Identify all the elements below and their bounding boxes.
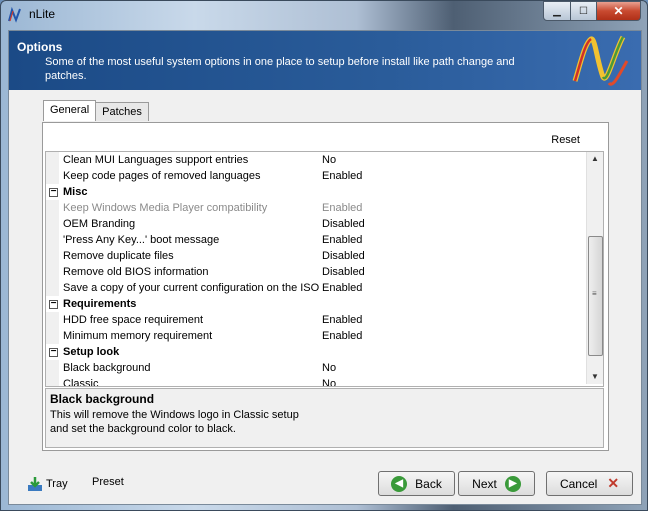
preset-label: Preset: [92, 476, 124, 488]
tab-panel-general: Reset Clean MUI Languages support entrie…: [42, 122, 609, 451]
close-button[interactable]: ✕: [597, 1, 641, 21]
cancel-button[interactable]: Cancel ✕: [546, 471, 633, 496]
category-row[interactable]: − Requirements: [46, 296, 603, 312]
window-title: nLite: [29, 7, 56, 21]
maximize-button[interactable]: ☐: [571, 1, 597, 21]
banner-description: Some of the most useful system options i…: [45, 56, 515, 82]
cancel-x-icon: ✕: [607, 475, 620, 491]
property-name: Remove duplicate files: [63, 250, 174, 262]
property-value[interactable]: No: [322, 376, 336, 386]
property-value[interactable]: Disabled: [322, 248, 365, 264]
collapse-toggle-icon[interactable]: −: [49, 299, 58, 309]
property-value[interactable]: No: [322, 360, 336, 376]
scroll-down-arrow-icon[interactable]: ▼: [587, 370, 603, 384]
property-name: Black background: [63, 362, 151, 374]
nlite-banner-logo-icon: [572, 35, 629, 86]
window-controls: ▁ ☐ ✕: [543, 1, 641, 21]
property-row[interactable]: Minimum memory requirement Enabled: [46, 328, 603, 344]
nlite-logo-icon: [8, 7, 21, 23]
tray-label: Tray: [46, 478, 68, 490]
property-row[interactable]: Remove old BIOS information Disabled: [46, 264, 603, 280]
dialog-client: Options Some of the most useful system o…: [8, 30, 642, 505]
scroll-up-arrow-icon[interactable]: ▲: [587, 152, 603, 166]
property-value[interactable]: No: [322, 152, 336, 168]
property-row[interactable]: Save a copy of your current configuratio…: [46, 280, 603, 296]
property-row[interactable]: Black background No: [46, 360, 603, 376]
vertical-scrollbar[interactable]: ▲ ≡ ▼: [586, 152, 603, 384]
collapse-toggle-icon[interactable]: −: [49, 187, 58, 197]
back-label: Back: [415, 476, 442, 491]
back-button[interactable]: ◀ Back: [378, 471, 455, 496]
property-name: Keep code pages of removed languages: [63, 170, 261, 182]
preset-button[interactable]: Preset: [92, 476, 124, 488]
property-name: Clean MUI Languages support entries: [63, 154, 249, 166]
back-arrow-icon: ◀: [391, 475, 408, 492]
title-bar[interactable]: nLite ▁ ☐ ✕: [1, 1, 647, 28]
property-value[interactable]: Enabled: [322, 168, 362, 184]
banner-title: Options: [17, 40, 63, 54]
help-title: Black background: [50, 392, 155, 406]
help-panel: Black background This will remove the Wi…: [45, 388, 604, 448]
category-row[interactable]: − Misc: [46, 184, 603, 200]
next-arrow-icon: ▶: [504, 475, 521, 492]
property-name: 'Press Any Key...' boot message: [63, 234, 220, 246]
property-value[interactable]: Enabled: [322, 328, 362, 344]
property-row[interactable]: 'Press Any Key...' boot message Enabled: [46, 232, 603, 248]
tray-download-icon: [28, 477, 42, 491]
property-row[interactable]: Remove duplicate files Disabled: [46, 248, 603, 264]
tab-strip: General Patches: [43, 100, 149, 121]
category-name: Setup look: [63, 346, 120, 358]
tab-patches[interactable]: Patches: [95, 102, 149, 121]
property-value[interactable]: Enabled: [322, 280, 362, 296]
property-name: Keep Windows Media Player compatibility: [63, 202, 268, 214]
reset-button[interactable]: Reset: [551, 134, 580, 146]
category-name: Misc: [63, 186, 88, 198]
scroll-grip-icon: ≡: [592, 289, 597, 298]
help-description: This will remove the Windows logo in Cla…: [50, 409, 299, 435]
property-name: HDD free space requirement: [63, 314, 204, 326]
property-row[interactable]: OEM Branding Disabled: [46, 216, 603, 232]
property-row[interactable]: Keep Windows Media Player compatibility E…: [46, 200, 603, 216]
property-row[interactable]: HDD free space requirement Enabled: [46, 312, 603, 328]
property-value[interactable]: Disabled: [322, 264, 365, 280]
property-name: OEM Branding: [63, 218, 136, 230]
next-label: Next: [472, 476, 497, 491]
property-rows: Clean MUI Languages support entries No Kee…: [46, 152, 603, 387]
property-grid: Clean MUI Languages support entries No Kee…: [45, 151, 604, 387]
category-row[interactable]: − Setup look: [46, 344, 603, 360]
collapse-toggle-icon[interactable]: −: [49, 347, 58, 357]
property-name: Minimum memory requirement: [63, 330, 213, 342]
property-value[interactable]: Disabled: [322, 216, 365, 232]
scroll-thumb[interactable]: ≡: [588, 236, 603, 356]
category-name: Requirements: [63, 298, 137, 310]
property-value[interactable]: Enabled: [322, 232, 362, 248]
property-value[interactable]: Enabled: [322, 200, 362, 216]
property-value[interactable]: Enabled: [322, 312, 362, 328]
property-name: Remove old BIOS information: [63, 266, 209, 278]
cancel-label: Cancel: [559, 476, 598, 491]
minimize-button[interactable]: ▁: [543, 1, 571, 21]
tab-general[interactable]: General: [43, 100, 97, 121]
app-window: nLite ▁ ☐ ✕ Options Some of the most use…: [0, 0, 648, 511]
property-row[interactable]: Keep code pages of removed languages Enab…: [46, 168, 603, 184]
footer-bar: Tray Preset ◀ Back Next ▶ Cancel ✕: [9, 461, 641, 504]
header-banner: Options Some of the most useful system o…: [9, 31, 641, 90]
property-row[interactable]: Classic No: [46, 376, 603, 387]
property-row[interactable]: Clean MUI Languages support entries No: [46, 152, 603, 168]
property-name: Save a copy of your current configuratio…: [63, 282, 320, 294]
next-button[interactable]: Next ▶: [458, 471, 535, 496]
property-name: Classic: [63, 378, 99, 387]
tray-button[interactable]: Tray: [27, 476, 68, 492]
